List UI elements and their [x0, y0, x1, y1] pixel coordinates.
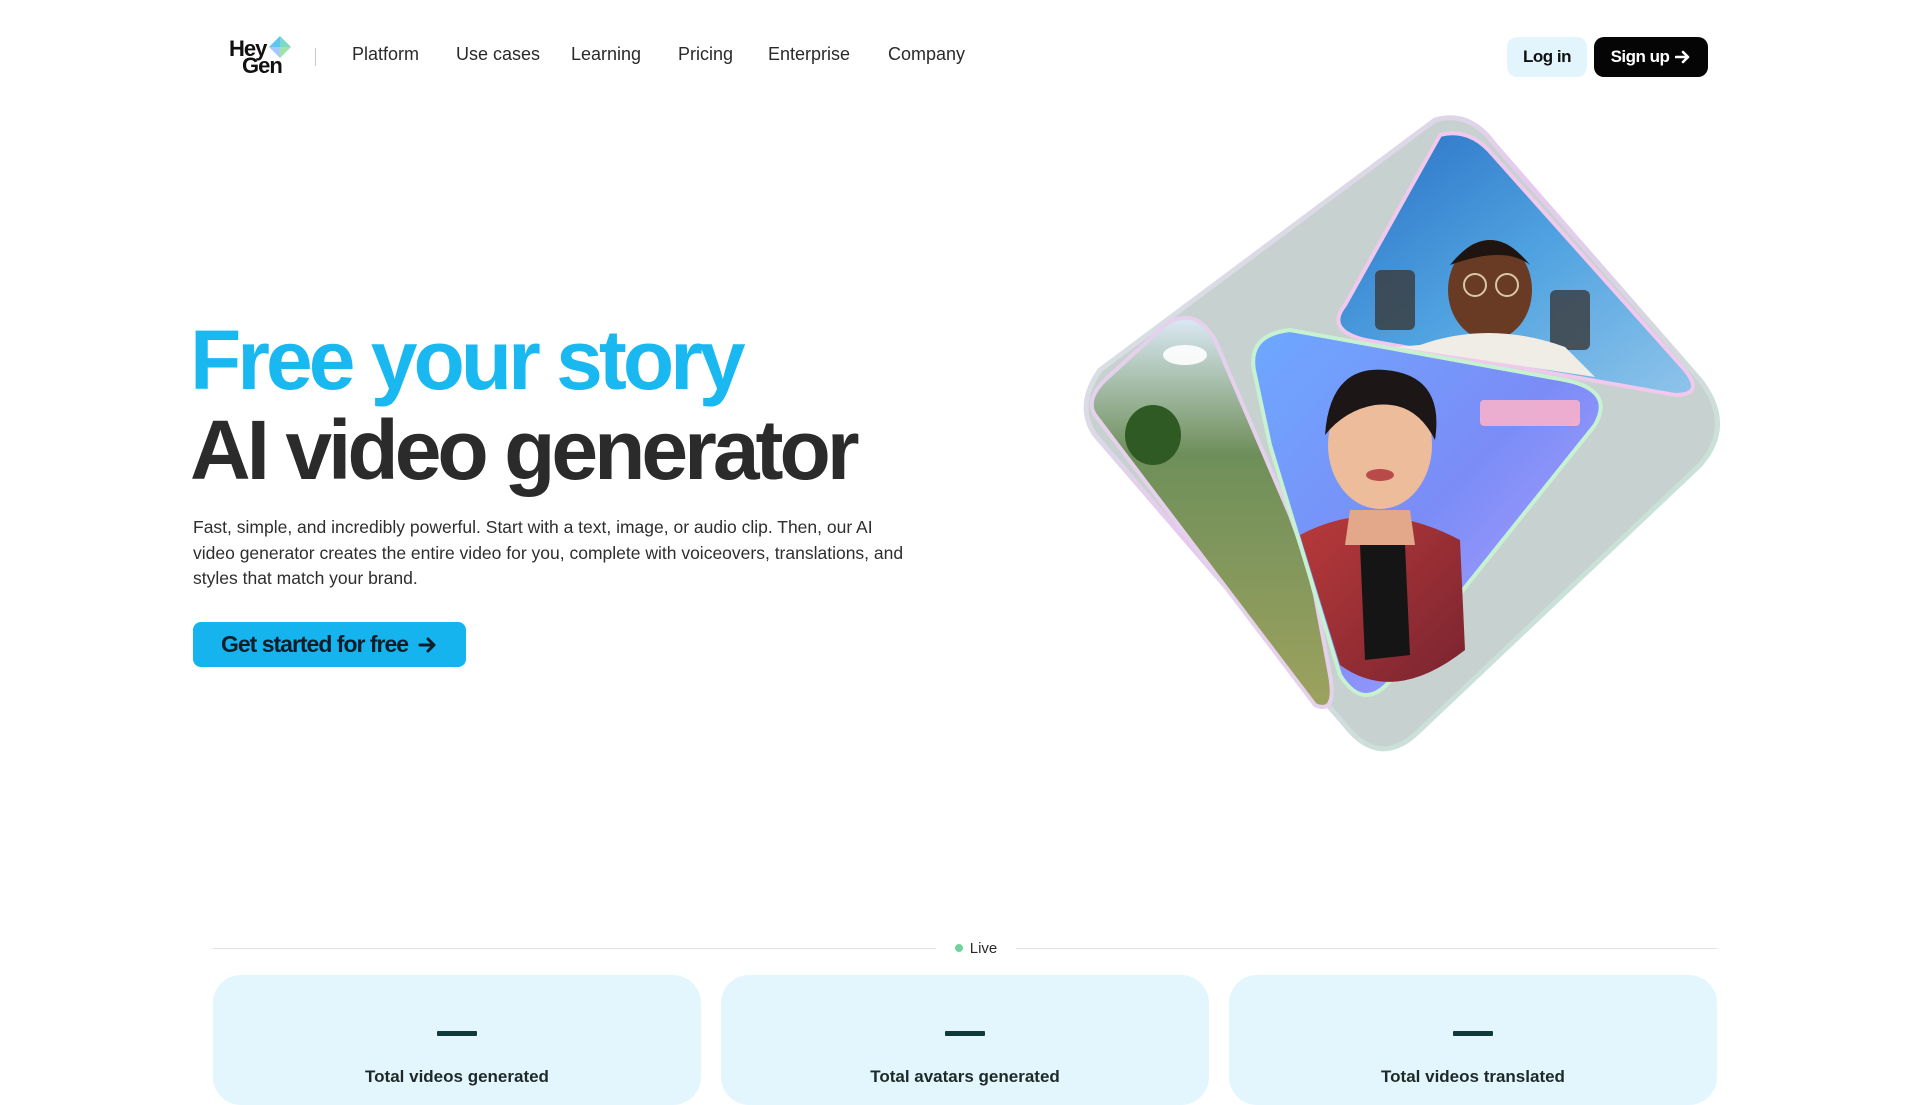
- tree-shape: [1125, 405, 1181, 465]
- heygen-logo[interactable]: Hey Gen: [229, 36, 295, 78]
- hero-title-line-2: AI video generator: [190, 403, 860, 497]
- stat-value-placeholder: [945, 1031, 985, 1036]
- get-started-button[interactable]: Get started for free: [193, 622, 466, 667]
- stat-label: Total avatars generated: [870, 1067, 1060, 1086]
- stat-label: Total videos generated: [365, 1067, 549, 1086]
- stat-label: Total videos translated: [1381, 1067, 1565, 1086]
- arrow-right-icon: [418, 637, 436, 652]
- hero-title-line-1: Free your story: [190, 313, 746, 407]
- logo-mark-icon: [269, 36, 291, 58]
- nav-enterprise[interactable]: Enterprise: [768, 44, 850, 65]
- young-man-tshirt-shape: [1360, 545, 1410, 660]
- live-label: Live: [969, 939, 998, 957]
- site-header: Hey Gen Platform Use cases Learning Pric…: [0, 0, 1920, 110]
- nav-company[interactable]: Company: [888, 44, 965, 65]
- stat-card-videos-generated: Total videos generated: [213, 975, 701, 1105]
- young-man-neck-shape: [1345, 510, 1415, 545]
- login-button-label: Log in: [1523, 47, 1571, 66]
- logo-text-gen: Gen: [242, 53, 283, 78]
- get-started-label: Get started for free: [220, 631, 409, 657]
- live-badge: Live: [936, 936, 1016, 960]
- neon-panel-shape: [1480, 400, 1580, 426]
- signup-button[interactable]: Sign up: [1594, 37, 1708, 77]
- nav-pricing[interactable]: Pricing: [678, 44, 733, 65]
- hero-description: Fast, simple, and incredibly powerful. S…: [193, 517, 904, 588]
- arrow-right-icon: [1675, 50, 1690, 64]
- stat-card-avatars-generated: Total avatars generated: [721, 975, 1209, 1105]
- nav-use-cases[interactable]: Use cases: [456, 44, 540, 65]
- young-man-mouth-shape: [1366, 469, 1394, 481]
- nav-learning[interactable]: Learning: [571, 44, 641, 65]
- stat-value-placeholder: [1453, 1031, 1493, 1036]
- cloud-shape: [1163, 345, 1207, 365]
- live-dot-icon: [954, 944, 963, 952]
- hero-video-prism: [1083, 115, 1720, 752]
- signup-button-label: Sign up: [1610, 47, 1670, 66]
- stat-value-placeholder: [437, 1031, 477, 1036]
- speaker-left-shape: [1375, 270, 1415, 330]
- speaker-right-shape: [1550, 290, 1590, 350]
- stat-card-videos-translated: Total videos translated: [1229, 975, 1717, 1105]
- logo-divider: [315, 48, 316, 66]
- nav-platform[interactable]: Platform: [352, 44, 419, 65]
- login-button[interactable]: Log in: [1507, 37, 1587, 77]
